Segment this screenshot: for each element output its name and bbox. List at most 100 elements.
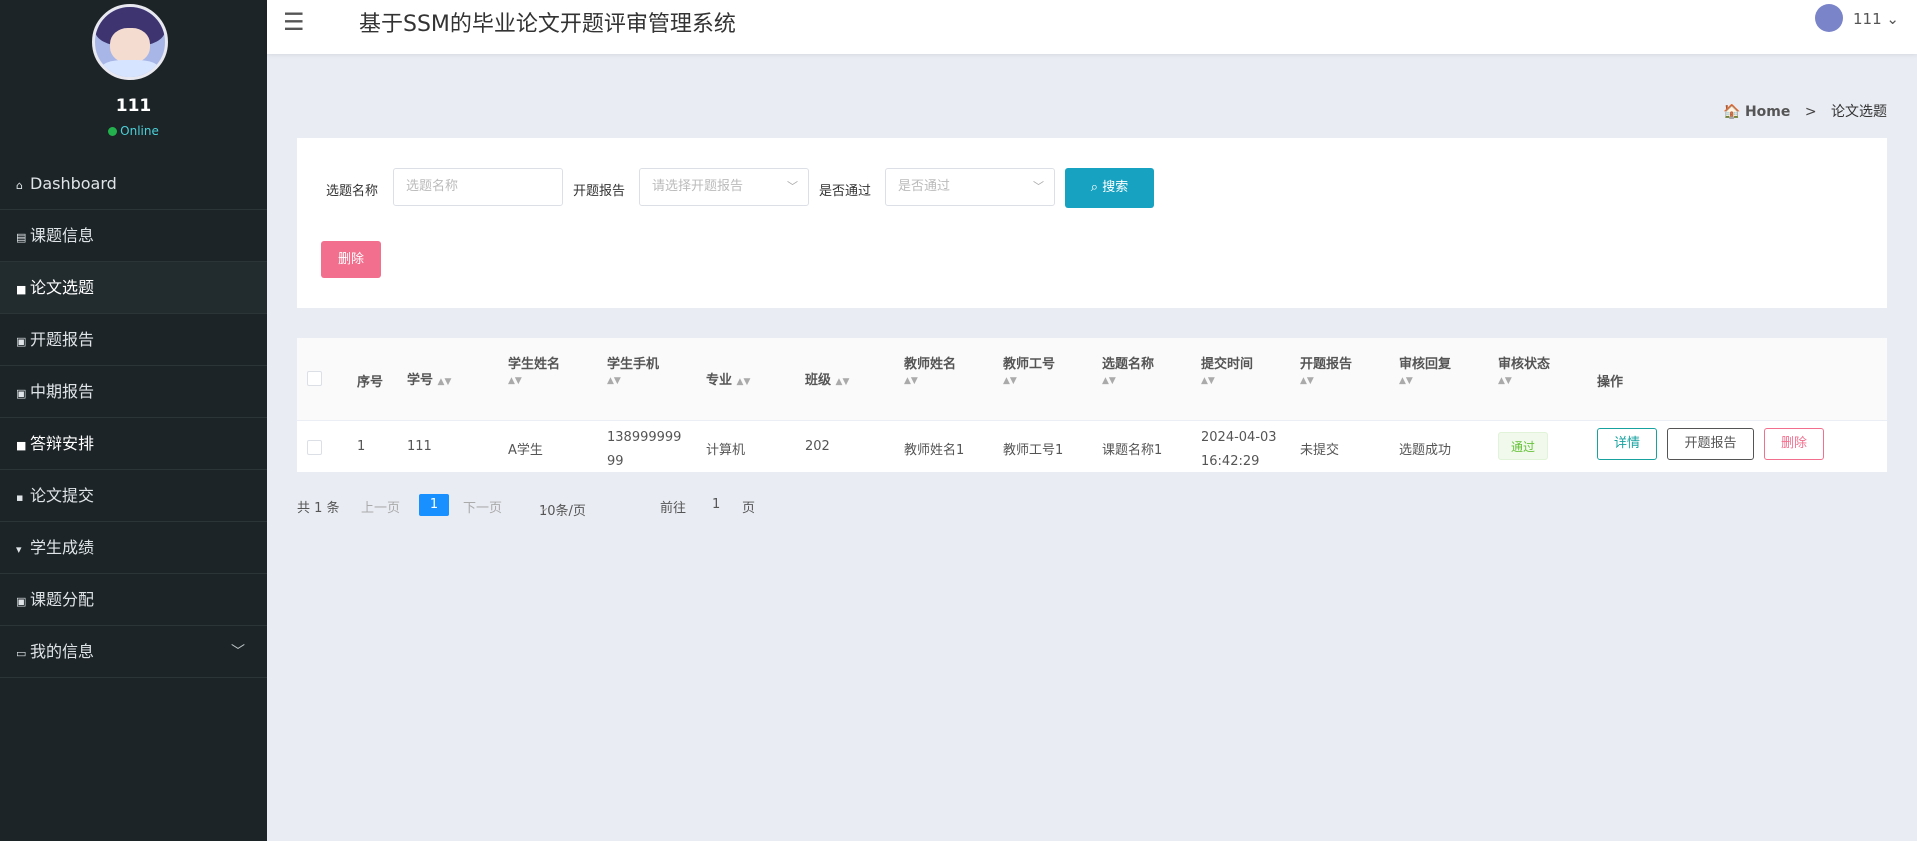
pass-label: 是否通过 — [819, 184, 872, 199]
cell-proposal: 未提交 — [1300, 443, 1340, 458]
id-card-icon: ▭ — [16, 647, 27, 660]
sidebar-item-thesis-submit[interactable]: ▪ 论文提交 — [0, 470, 267, 522]
col-topic[interactable]: 选题名称 ▲▼ — [1102, 353, 1154, 387]
cell-teacher-name: 教师姓名1 — [904, 443, 965, 458]
sort-icon[interactable]: ▲▼ — [1399, 376, 1413, 386]
cell-major: 计算机 — [706, 443, 746, 458]
chevron-down-icon: ⌄ — [1886, 10, 1899, 28]
col-status[interactable]: 审核状态 ▲▼ — [1498, 353, 1550, 387]
sort-icon[interactable]: ▲▼ — [836, 377, 850, 387]
goto-label: 前往 — [660, 501, 687, 516]
sidebar-item-topic-info[interactable]: ▤ 课题信息 — [0, 210, 267, 262]
search-icon: ⌕ — [1090, 180, 1099, 195]
col-class[interactable]: 班级 ▲▼ — [805, 369, 849, 388]
search-button[interactable]: ⌕ 搜索 — [1065, 168, 1154, 208]
row-delete-button[interactable]: 删除 — [1764, 428, 1824, 460]
search-card: 选题名称 选题名称 开题报告 请选择开题报告 ﹀ 是否通过 是否通过 ﹀ ⌕ 搜… — [297, 138, 1887, 308]
topic-table: 序号 学号 ▲▼ 学生姓名 ▲▼ 学生手机 ▲▼ 专业 ▲▼ 班级 ▲▼ 教师姓名 ▲… — [297, 338, 1887, 472]
current-page[interactable]: 1 — [419, 494, 449, 516]
sidebar-menu: ⌂ Dashboard ▤ 课题信息 ■ 论文选题 ▣ 开题报告 ▣ 中期报告 ■ 答辩安排… — [0, 158, 267, 678]
col-reply[interactable]: 审核回复 ▲▼ — [1399, 353, 1451, 387]
breadcrumb: 🏠 Home > 论文选题 — [1723, 101, 1887, 121]
col-submit-time[interactable]: 提交时间 ▲▼ — [1201, 353, 1253, 387]
next-page-button[interactable]: 下一页 — [463, 497, 502, 516]
pagination-total: 共 1 条 — [297, 501, 340, 516]
chat-icon: ■ — [16, 439, 27, 452]
sidebar: 111 Online ⌂ Dashboard ▤ 课题信息 ■ 论文选题 ▣ 开题报告 … — [0, 0, 267, 841]
col-student-no[interactable]: 学号 ▲▼ — [407, 369, 451, 388]
sidebar-item-proposal-report[interactable]: ▣ 开题报告 — [0, 314, 267, 366]
table-header: 序号 学号 ▲▼ 学生姓名 ▲▼ 学生手机 ▲▼ 专业 ▲▼ 班级 ▲▼ 教师姓名 ▲… — [297, 338, 1887, 421]
sort-icon[interactable]: ▲▼ — [1300, 376, 1314, 386]
sidebar-item-dashboard[interactable]: ⌂ Dashboard — [0, 158, 267, 210]
chevron-down-icon: ﹀ — [1033, 180, 1044, 193]
sort-icon[interactable]: ▲▼ — [737, 377, 751, 387]
clipboard-icon: ▣ — [16, 335, 27, 348]
menu-toggle-icon[interactable]: ☰ — [283, 8, 305, 36]
sort-icon[interactable]: ▲▼ — [1201, 376, 1215, 386]
cell-class: 202 — [805, 439, 830, 454]
col-major[interactable]: 专业 ▲▼ — [706, 369, 750, 388]
clipboard-icon: ▣ — [16, 595, 27, 608]
cell-student-no: 111 — [407, 439, 432, 454]
cell-phone: 138999999 99 — [607, 430, 682, 469]
cell-index: 1 — [357, 439, 366, 454]
row-checkbox[interactable] — [307, 440, 322, 455]
top-header: ☰ 基于SSM的毕业论文开题评审管理系统 111 ⌄ — [267, 0, 1917, 54]
sort-icon[interactable]: ▲▼ — [1003, 376, 1017, 386]
col-teacher-no[interactable]: 教师工号 ▲▼ — [1003, 353, 1055, 387]
briefcase-icon: ■ — [16, 283, 27, 296]
cell-reply: 选题成功 — [1399, 443, 1452, 458]
sidebar-item-my-info[interactable]: ▭ 我的信息 ﹀ — [0, 626, 267, 678]
report-select[interactable]: 请选择开题报告 ﹀ — [639, 168, 809, 206]
report-label: 开题报告 — [573, 184, 626, 199]
batch-delete-button[interactable]: 删除 — [321, 241, 381, 278]
sort-icon[interactable]: ▲▼ — [904, 376, 918, 386]
breadcrumb-home[interactable]: Home — [1745, 104, 1790, 120]
cell-teacher-no: 教师工号1 — [1003, 443, 1064, 458]
sidebar-item-midterm-report[interactable]: ▣ 中期报告 — [0, 366, 267, 418]
topic-search-input[interactable]: 选题名称 — [393, 168, 563, 206]
sidebar-item-grades[interactable]: ▾ 学生成绩 — [0, 522, 267, 574]
avatar — [92, 4, 168, 80]
cell-submit-time: 2024-04-03 16:42:29 — [1201, 430, 1277, 469]
page-title: 基于SSM的毕业论文开题评审管理系统 — [359, 12, 736, 37]
sidebar-item-thesis-topic[interactable]: ■ 论文选题 — [0, 262, 267, 314]
topic-label: 选题名称 — [326, 184, 379, 199]
page-unit-label: 页 — [742, 501, 756, 516]
col-phone[interactable]: 学生手机 ▲▼ — [607, 353, 659, 387]
proposal-report-button[interactable]: 开题报告 — [1667, 428, 1754, 460]
home-icon: 🏠 — [1723, 104, 1741, 120]
col-actions: 操作 — [1597, 375, 1624, 390]
sort-icon[interactable]: ▲▼ — [1498, 376, 1512, 386]
status-badge: 通过 — [1498, 432, 1548, 460]
chevron-down-icon: ﹀ — [231, 644, 245, 660]
cell-topic: 课题名称1 — [1102, 443, 1163, 458]
user-dropdown[interactable]: 111 ⌄ — [1815, 4, 1899, 32]
cell-student-name: A学生 — [508, 443, 543, 458]
select-all-checkbox[interactable] — [307, 371, 322, 386]
profile-user-name: 111 — [115, 96, 152, 116]
sidebar-item-topic-assign[interactable]: ▣ 课题分配 — [0, 574, 267, 626]
chevron-down-icon: ﹀ — [787, 180, 798, 193]
online-status: Online — [0, 124, 267, 138]
sort-icon[interactable]: ▲▼ — [607, 376, 621, 386]
sort-icon[interactable]: ▲▼ — [508, 376, 522, 386]
chat-icon: ▪ — [16, 491, 24, 504]
profile-panel: 111 Online — [0, 0, 267, 170]
goto-page-input[interactable]: 1 — [712, 497, 720, 512]
col-proposal[interactable]: 开题报告 ▲▼ — [1300, 353, 1352, 387]
home-icon: ⌂ — [16, 179, 23, 192]
detail-button[interactable]: 详情 — [1597, 428, 1657, 460]
clipboard-icon: ▣ — [16, 387, 27, 400]
prev-page-button[interactable]: 上一页 — [361, 497, 400, 516]
pass-select[interactable]: 是否通过 ﹀ — [885, 168, 1055, 206]
avatar — [1815, 4, 1843, 32]
chevron-down-icon: ⌄ — [539, 500, 550, 515]
sort-icon[interactable]: ▲▼ — [1102, 376, 1116, 386]
breadcrumb-current: 论文选题 — [1831, 104, 1887, 120]
sidebar-item-defense[interactable]: ■ 答辩安排 — [0, 418, 267, 470]
col-student-name[interactable]: 学生姓名 ▲▼ — [508, 353, 560, 387]
col-teacher-name[interactable]: 教师姓名 ▲▼ — [904, 353, 956, 387]
sort-icon[interactable]: ▲▼ — [438, 377, 452, 387]
